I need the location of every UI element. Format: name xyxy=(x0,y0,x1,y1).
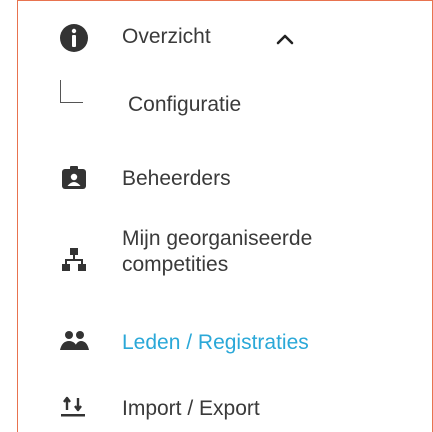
menu-item-competitions-label: Mijn georganiseerde competities xyxy=(122,227,313,276)
people-icon xyxy=(54,322,94,362)
menu-item-admins-label: Beheerders xyxy=(122,167,231,190)
import-export-icon xyxy=(54,388,94,428)
menu-item-import-export-label: Import / Export xyxy=(122,397,260,420)
menu-item-members-label: Leden / Registraties xyxy=(122,331,309,354)
sitemap-icon xyxy=(54,240,94,280)
menu-item-admins[interactable]: Beheerders xyxy=(18,158,432,202)
menu-item-members[interactable]: Leden / Registraties xyxy=(18,322,432,366)
info-icon xyxy=(54,18,94,58)
sidebar-menu: Overzicht Configuratie Beheerders Mijn g… xyxy=(0,0,433,432)
chevron-up-icon[interactable] xyxy=(274,28,296,50)
panel-border-top xyxy=(17,0,433,1)
menu-item-overview[interactable]: Overzicht xyxy=(18,18,432,62)
menu-item-import-export[interactable]: Import / Export xyxy=(18,388,432,432)
menu-item-configuration[interactable]: Configuratie xyxy=(18,88,432,128)
menu-item-configuration-label: Configuratie xyxy=(128,93,242,116)
menu-item-overview-label: Overzicht xyxy=(122,25,211,48)
panel-border-left xyxy=(17,0,18,432)
badge-icon xyxy=(54,158,94,198)
menu-item-competitions[interactable]: Mijn georganiseerde competities xyxy=(18,226,432,292)
